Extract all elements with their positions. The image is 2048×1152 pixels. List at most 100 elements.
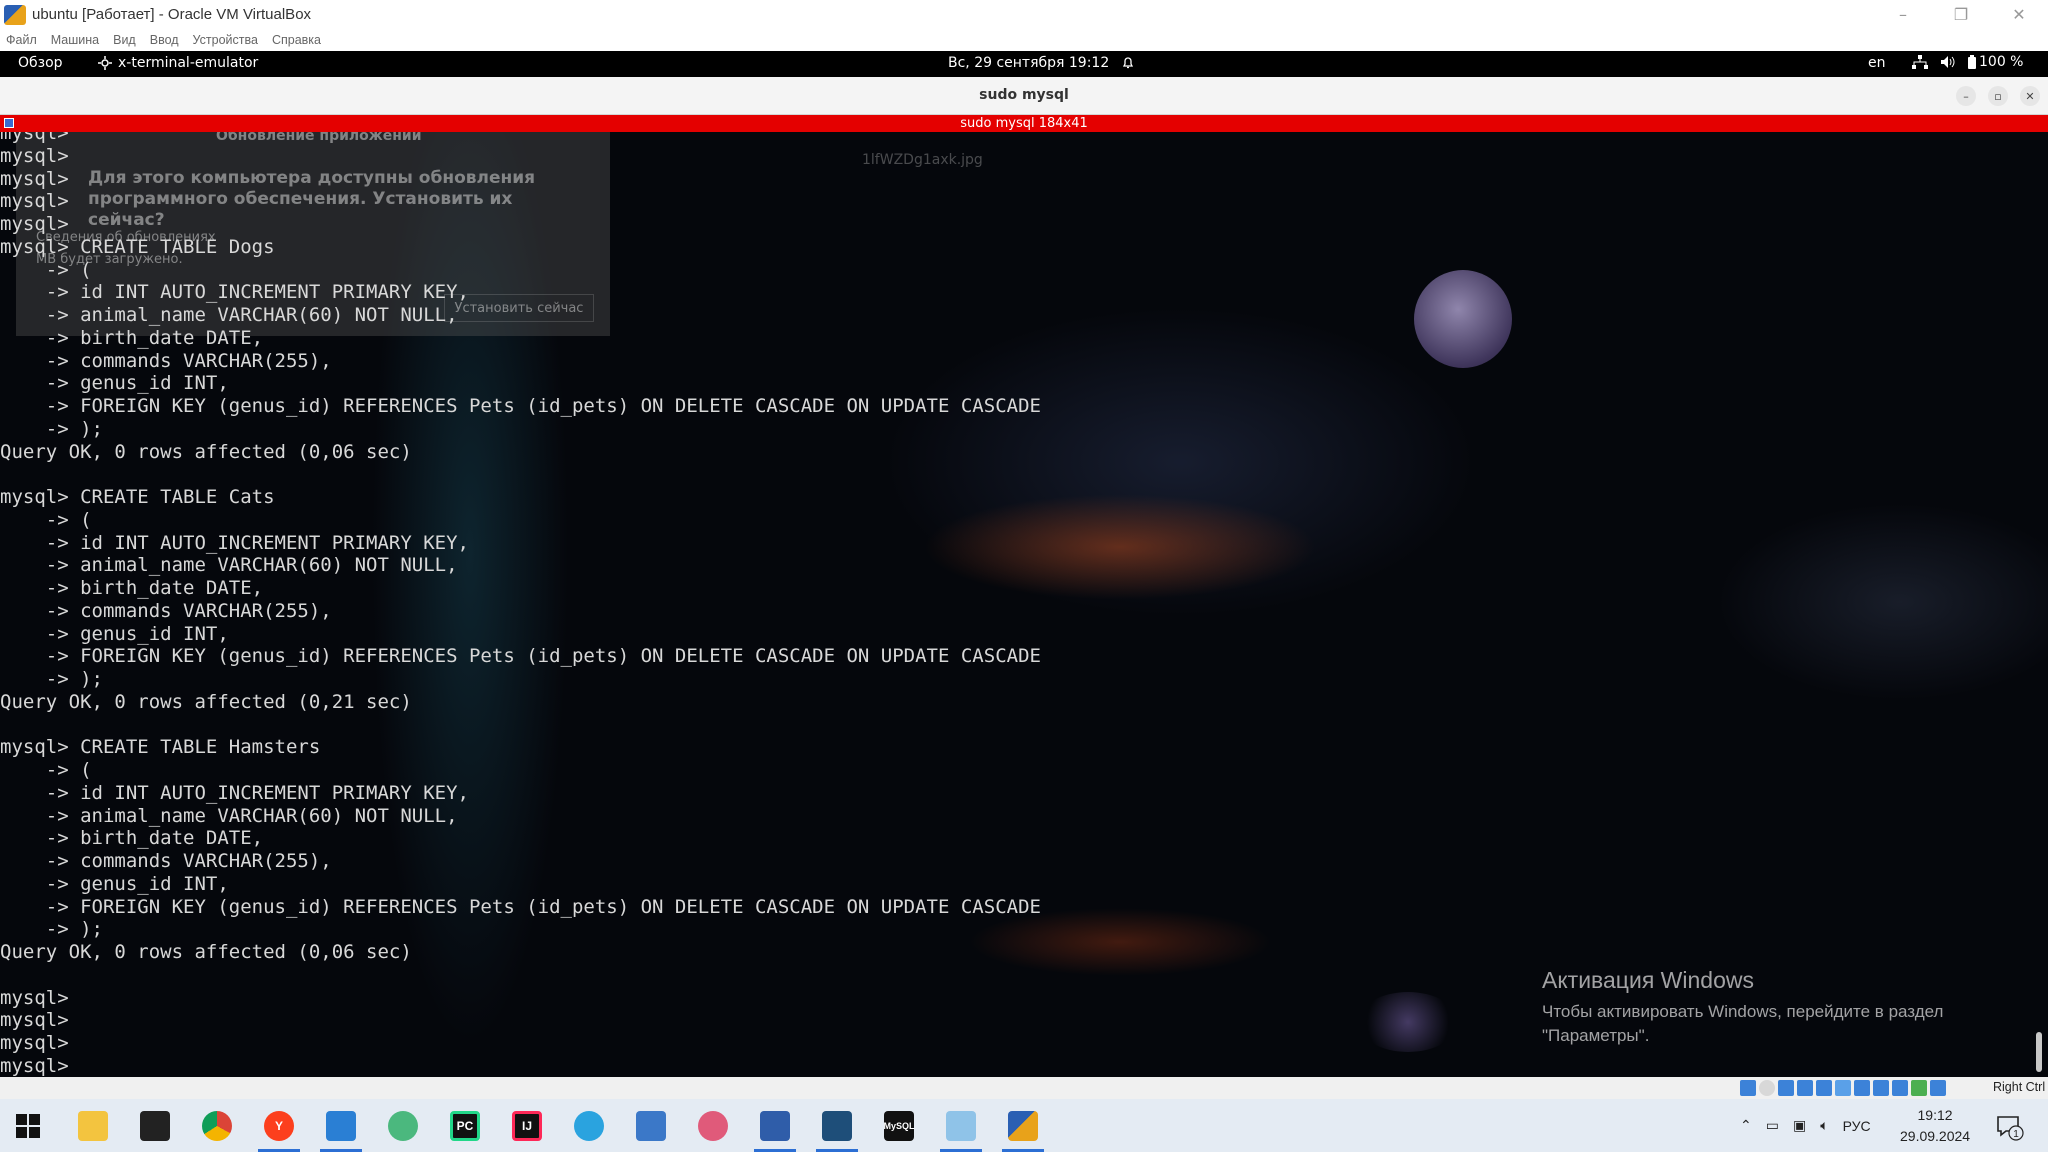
terminal-line: -> ( xyxy=(0,508,92,531)
vbox-statusbar: Right Ctrl xyxy=(0,1077,2048,1099)
taskbar-clock[interactable]: 19:12 29.09.2024 xyxy=(1900,1105,1970,1147)
battery-icon xyxy=(1968,55,1976,69)
taskbar-vscode[interactable] xyxy=(314,1099,368,1152)
windows-start-icon[interactable] xyxy=(14,1112,42,1140)
volume-tray-icon[interactable]: 🔈︎ xyxy=(1820,1117,1828,1134)
terminal-line: -> FOREIGN KEY (genus_id) REFERENCES Pet… xyxy=(0,645,1041,668)
terminal-line: -> animal_name VARCHAR(60) NOT NULL, xyxy=(0,304,458,326)
terminal-line: Query OK, 0 rows affected (0,06 sec) xyxy=(0,941,412,963)
terminal-scrollbar[interactable] xyxy=(2036,1032,2042,1072)
terminal-minimize-button[interactable]: – xyxy=(1956,86,1976,106)
cpu-icon[interactable] xyxy=(1892,1080,1908,1096)
activities-button[interactable]: Обзор xyxy=(18,55,63,71)
terminal-line: -> commands VARCHAR(255), xyxy=(0,349,332,372)
taskbar-snipping-tool[interactable] xyxy=(686,1099,740,1152)
keyboard-layout-indicator[interactable]: en xyxy=(1868,55,1886,71)
system-menu[interactable]: 100 % xyxy=(1912,54,2023,70)
terminal-maximize-button[interactable]: ▫ xyxy=(1988,86,2008,106)
wallpaper-moon-reflection xyxy=(1358,992,1458,1052)
taskbar-calculator[interactable] xyxy=(624,1099,678,1152)
terminal-close-button[interactable]: ✕ xyxy=(2020,86,2040,106)
terminal-body[interactable]: Обновление приложений Для этого компьюте… xyxy=(0,132,2048,1077)
app-menu-label: x-terminal-emulator xyxy=(118,55,259,71)
taskbar-date: 29.09.2024 xyxy=(1900,1128,1971,1144)
taskbar-virtualbox[interactable] xyxy=(748,1099,802,1152)
menu-input[interactable]: Ввод xyxy=(150,33,179,47)
window-controls: – ❐ ✕ xyxy=(1874,0,2048,29)
wallpaper-moon xyxy=(1414,270,1512,368)
menu-machine[interactable]: Машина xyxy=(51,33,99,47)
terminal-line: -> birth_date DATE, xyxy=(0,577,264,599)
keyboard-capture-icon[interactable] xyxy=(1930,1080,1946,1096)
optical-drive-icon[interactable] xyxy=(1759,1080,1775,1096)
terminal-window-controls: – ▫ ✕ xyxy=(1956,86,2040,106)
system-tray: ⌃ ▭ ▣ 🔈︎ РУС xyxy=(1740,1099,1871,1152)
terminal-title: sudo mysql xyxy=(979,87,1069,103)
taskbar-file-explorer[interactable] xyxy=(66,1099,120,1152)
terminal-line: -> ( xyxy=(0,759,92,781)
network-tray-icon[interactable]: ▣ xyxy=(1793,1117,1806,1134)
terminal-line: -> id INT AUTO_INCREMENT PRIMARY KEY, xyxy=(0,531,469,554)
terminal-line: mysql> CREATE TABLE Dogs xyxy=(0,235,275,258)
pycharm-icon: PC xyxy=(450,1110,480,1141)
terminal-line: Query OK, 0 rows affected (0,21 sec) xyxy=(0,690,412,713)
window-title: ubuntu [Работает] - Oracle VM VirtualBox xyxy=(32,6,312,23)
terminal-line: mysql> xyxy=(0,213,69,235)
app-menu[interactable]: x-terminal-emulator xyxy=(98,55,258,71)
taskbar-pycharm[interactable]: PC xyxy=(438,1099,492,1152)
terminal-line: -> birth_date DATE, xyxy=(0,326,264,349)
terminal-line: -> commands VARCHAR(255), xyxy=(0,850,332,872)
menu-view[interactable]: Вид xyxy=(113,33,136,47)
network-icon xyxy=(1912,55,1928,69)
intellij-icon: IJ xyxy=(512,1110,542,1141)
audio-icon[interactable] xyxy=(1778,1080,1794,1096)
terminal-tab[interactable]: sudo mysql 184x41 xyxy=(0,115,2048,132)
network-adapter-icon[interactable] xyxy=(1797,1080,1813,1096)
taskbar-terminal[interactable] xyxy=(128,1099,182,1152)
menu-file[interactable]: Файл xyxy=(6,33,37,47)
menu-help[interactable]: Справка xyxy=(272,33,321,47)
menu-devices[interactable]: Устройства xyxy=(193,33,258,47)
chevron-up-icon[interactable]: ⌃ xyxy=(1740,1117,1752,1134)
taskbar-yandex-browser[interactable]: Y xyxy=(252,1099,306,1152)
windows-activation-watermark: Активация Windows Чтобы активировать Win… xyxy=(1542,967,2012,1048)
datetime-menu[interactable]: Вс, 29 сентября 19:12 xyxy=(948,55,1135,71)
hdd-icon[interactable] xyxy=(1740,1080,1756,1096)
notification-center-icon[interactable]: 1 xyxy=(1994,1111,2024,1141)
taskbar-notepad[interactable] xyxy=(934,1099,988,1152)
taskbar-chrome[interactable] xyxy=(190,1099,244,1152)
terminal-line: mysql> xyxy=(0,1054,69,1077)
recording-icon[interactable] xyxy=(1873,1080,1889,1096)
taskbar-mysql-workbench[interactable] xyxy=(810,1099,864,1152)
terminal-line: mysql> xyxy=(0,1009,69,1032)
taskbar-time: 19:12 xyxy=(1917,1107,1953,1123)
telegram-icon xyxy=(574,1110,604,1141)
notification-count: 1 xyxy=(2013,1129,2019,1140)
terminal-line: -> ); xyxy=(0,918,103,941)
minimize-button[interactable]: – xyxy=(1874,0,1932,29)
terminal-line: -> animal_name VARCHAR(60) NOT NULL, xyxy=(0,554,458,577)
terminal-line: -> id INT AUTO_INCREMENT PRIMARY KEY, xyxy=(0,281,469,304)
terminal-line: -> genus_id INT, xyxy=(0,372,229,395)
close-button[interactable]: ✕ xyxy=(1990,0,2048,29)
notepad-icon xyxy=(946,1110,976,1141)
terminal-line: mysql> CREATE TABLE Hamsters xyxy=(0,736,321,759)
taskbar-atom[interactable] xyxy=(376,1099,430,1152)
shared-folders-icon[interactable] xyxy=(1835,1080,1851,1096)
terminal-line: -> genus_id INT, xyxy=(0,872,229,895)
restore-button[interactable]: ❐ xyxy=(1932,0,1990,29)
taskbar-telegram[interactable] xyxy=(562,1099,616,1152)
input-language-indicator[interactable]: РУС xyxy=(1843,1118,1871,1134)
chrome-icon xyxy=(202,1110,232,1141)
battery-tray-icon[interactable]: ▭ xyxy=(1766,1117,1779,1134)
taskbar-intellij[interactable]: IJ xyxy=(500,1099,554,1152)
taskbar-mysql-cli[interactable]: MySQL xyxy=(872,1099,926,1152)
display-icon[interactable] xyxy=(1854,1080,1870,1096)
clock-label: Вс, 29 сентября 19:12 xyxy=(948,55,1110,71)
mouse-integration-icon[interactable] xyxy=(1911,1080,1927,1096)
terminal-line: mysql> xyxy=(0,986,69,1009)
virtualbox-icon xyxy=(4,4,26,25)
usb-icon[interactable] xyxy=(1816,1080,1832,1096)
taskbar-virtualbox-vm[interactable] xyxy=(996,1099,1050,1152)
